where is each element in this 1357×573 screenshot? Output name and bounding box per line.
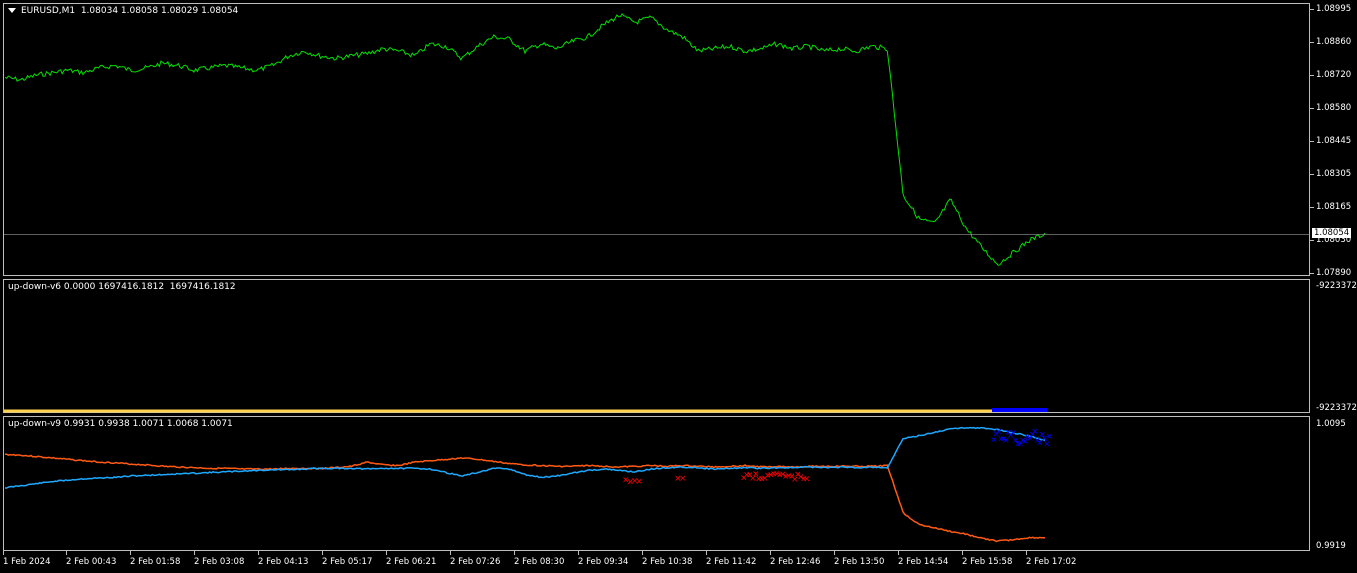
chart-plot-layer: ×××× ×× ××××××××××××××××××××××××××××××××××… <box>4 13 1310 543</box>
price-axis-label: 1.07890 <box>1316 268 1352 278</box>
time-axis-label: 2 Feb 14:54 <box>898 557 949 567</box>
time-axis-label: 2 Feb 09:34 <box>578 557 629 567</box>
price-axis-label: 1.08165 <box>1316 202 1352 212</box>
price-axis-label: 1.08995 <box>1316 4 1352 14</box>
time-axis-label: 2 Feb 15:58 <box>962 557 1013 567</box>
v9-red-marker: × <box>679 474 687 484</box>
v9-red-marker: × <box>803 474 811 484</box>
time-axis-tick <box>1026 551 1027 555</box>
v9-blue-series <box>5 426 1046 489</box>
price-axis-label: 1.08305 <box>1316 169 1352 179</box>
price-axis-label: 1.08860 <box>1316 37 1352 47</box>
time-axis-tick <box>706 551 707 555</box>
time-axis-tick <box>770 551 771 555</box>
time-axis-tick <box>578 551 579 555</box>
time-axis-label: 2 Feb 08:30 <box>514 557 565 567</box>
time-axis-label: 2 Feb 05:17 <box>322 557 373 567</box>
price-axis-label: 1.08720 <box>1316 70 1352 80</box>
time-axis-tick <box>130 551 131 555</box>
time-axis-label: 2 Feb 00:43 <box>66 557 117 567</box>
time-axis-label: 2 Feb 01:58 <box>130 557 181 567</box>
time-axis-tick <box>450 551 451 555</box>
time-axis-label: 2 Feb 17:02 <box>1026 557 1077 567</box>
price-axis-label: 1.08445 <box>1316 136 1352 146</box>
time-axis-tick <box>3 551 4 555</box>
time-axis-label: 2 Feb 07:26 <box>450 557 501 567</box>
v9-axis-label: 0.9919 <box>1316 541 1346 551</box>
current-price-box: 1.08054 <box>1312 228 1352 238</box>
v9-blue-marker: × <box>1046 432 1054 442</box>
price-axis-label: 1.08580 <box>1316 103 1352 113</box>
time-axis-tick <box>322 551 323 555</box>
time-axis-tick <box>66 551 67 555</box>
v9-red-marker: × <box>636 477 644 487</box>
time-axis-label: 1 Feb 2024 <box>3 557 51 567</box>
time-axis-tick <box>258 551 259 555</box>
time-axis-tick <box>898 551 899 555</box>
v6-axis-label: -92233720 <box>1316 403 1357 413</box>
time-axis-label: 2 Feb 12:46 <box>770 557 821 567</box>
time-axis-tick <box>386 551 387 555</box>
time-axis-tick <box>514 551 515 555</box>
time-axis-tick <box>194 551 195 555</box>
time-axis-tick <box>962 551 963 555</box>
v6-axis-label: -92233720 <box>1316 281 1357 291</box>
time-axis-label: 2 Feb 06:21 <box>386 557 437 567</box>
v9-axis-label: 1.0095 <box>1316 419 1346 429</box>
time-axis-label: 2 Feb 11:42 <box>706 557 757 567</box>
time-axis-label: 2 Feb 13:50 <box>834 557 885 567</box>
time-axis-tick <box>642 551 643 555</box>
price-line <box>4 13 1046 266</box>
v9-orange-series <box>4 453 1046 543</box>
time-axis-tick <box>834 551 835 555</box>
time-axis-label: 2 Feb 04:13 <box>258 557 309 567</box>
time-axis-label: 2 Feb 10:38 <box>642 557 693 567</box>
time-axis-label: 2 Feb 03:08 <box>194 557 245 567</box>
